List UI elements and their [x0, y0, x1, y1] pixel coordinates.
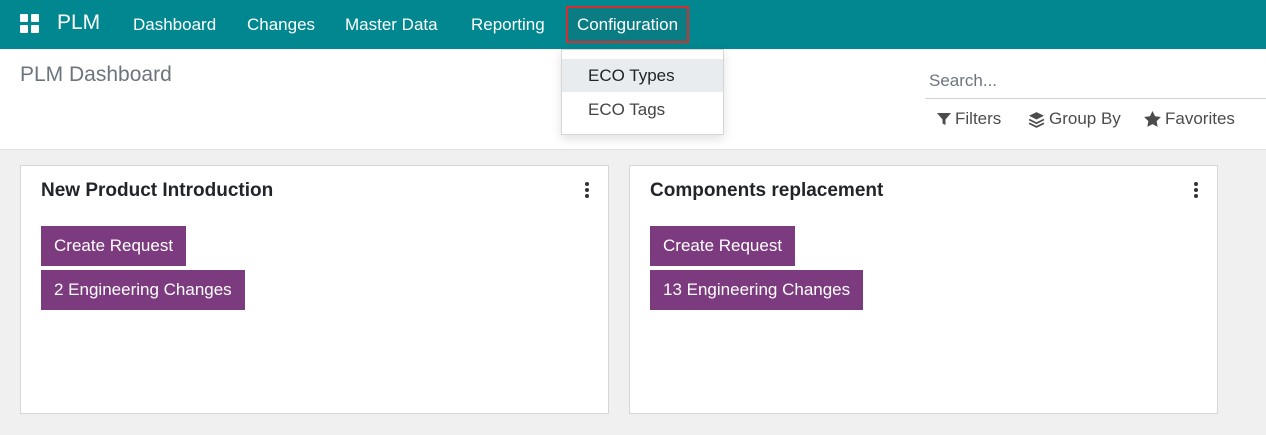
kebab-menu-icon[interactable]: [584, 182, 590, 198]
create-request-button[interactable]: Create Request: [650, 226, 796, 266]
filter-icon: [937, 113, 951, 125]
menu-master-data[interactable]: Master Data: [345, 15, 438, 35]
filters-label: Filters: [955, 109, 1002, 128]
favorites-button[interactable]: Favorites: [1144, 109, 1235, 129]
search-input[interactable]: [925, 63, 1266, 98]
menu-configuration[interactable]: Configuration: [566, 6, 689, 43]
card-title: Components replacement: [650, 180, 884, 201]
card-title: New Product Introduction: [41, 180, 274, 201]
apps-grid-icon[interactable]: [20, 14, 40, 34]
layers-icon: [1028, 111, 1045, 128]
dropdown-item-eco-types[interactable]: ECO Types: [562, 59, 723, 92]
group-by-button[interactable]: Group By: [1028, 109, 1121, 129]
kebab-menu-icon[interactable]: [1193, 182, 1199, 198]
filters-button[interactable]: Filters: [937, 109, 1001, 129]
create-request-button[interactable]: Create Request: [41, 226, 187, 266]
engineering-changes-button[interactable]: 2 Engineering Changes: [41, 270, 245, 310]
top-navbar: PLM Dashboard Changes Master Data Report…: [0, 0, 1266, 49]
dropdown-item-eco-tags[interactable]: ECO Tags: [562, 93, 723, 126]
search-bar: [925, 63, 1266, 99]
menu-configuration-label: Configuration: [576, 14, 679, 34]
page-title: PLM Dashboard: [20, 63, 172, 86]
engineering-changes-button[interactable]: 13 Engineering Changes: [650, 270, 864, 310]
menu-dashboard[interactable]: Dashboard: [133, 15, 216, 35]
group-by-label: Group By: [1049, 109, 1121, 128]
star-icon: [1144, 111, 1161, 127]
app-brand[interactable]: PLM: [57, 11, 100, 35]
menu-changes[interactable]: Changes: [247, 15, 315, 35]
card-new-product-introduction: New Product Introduction Create Request …: [20, 165, 609, 414]
menu-reporting[interactable]: Reporting: [471, 15, 545, 35]
configuration-dropdown: ECO Types ECO Tags: [561, 49, 724, 135]
card-components-replacement: Components replacement Create Request 13…: [629, 165, 1218, 414]
favorites-label: Favorites: [1165, 109, 1235, 128]
